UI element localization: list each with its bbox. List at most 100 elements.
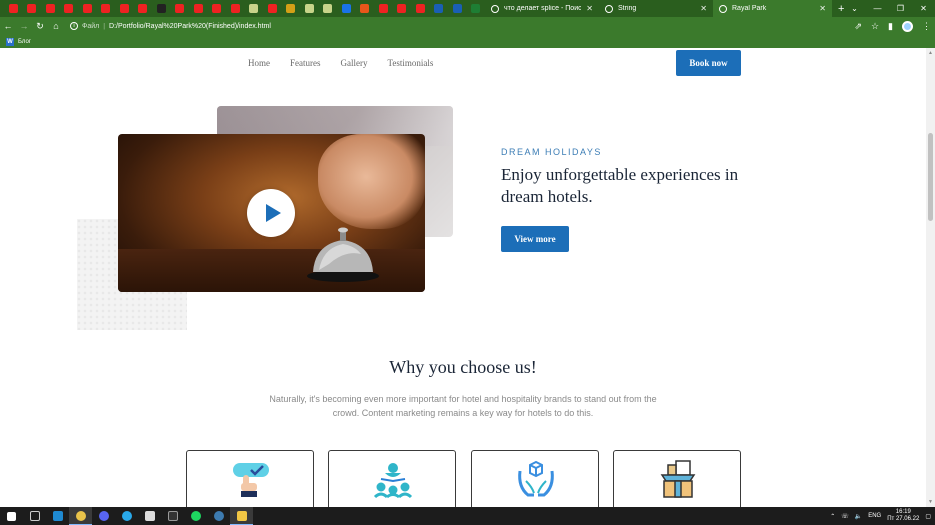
close-tab-icon[interactable]: ✕ <box>586 4 593 13</box>
clock-date: Пт 27.06.22 <box>887 516 920 522</box>
site-favicon-icon <box>45 4 55 13</box>
side-panel-icon[interactable]: ▮ <box>888 21 893 32</box>
pinned-tab[interactable] <box>356 0 375 17</box>
site-favicon-icon <box>82 4 92 13</box>
tab-rayal-park[interactable]: Rayal Park ✕ <box>713 0 832 17</box>
pinned-tab[interactable] <box>41 0 60 17</box>
feature-card[interactable] <box>613 450 741 507</box>
pinned-tab[interactable] <box>263 0 282 17</box>
pinned-tab[interactable] <box>282 0 301 17</box>
site-favicon-icon <box>378 4 388 13</box>
close-tab-icon[interactable]: ✕ <box>700 4 707 13</box>
play-button[interactable] <box>247 189 295 237</box>
view-more-button[interactable]: View more <box>501 226 569 252</box>
page-viewport: Home Features Gallery Testimonials Book … <box>0 48 926 507</box>
discord-app[interactable] <box>92 507 115 525</box>
nav-testimonials[interactable]: Testimonials <box>388 58 434 68</box>
pinned-tab[interactable] <box>78 0 97 17</box>
toolbar-actions: ⇗ ☆ ▮ ⋮ <box>854 17 931 35</box>
pinned-tab[interactable] <box>208 0 227 17</box>
book-now-button[interactable]: Book now <box>676 50 741 76</box>
pinned-tab[interactable] <box>393 0 412 17</box>
info-icon[interactable]: i <box>70 22 78 30</box>
close-icon[interactable]: ✕ <box>912 4 935 13</box>
explorer-app[interactable] <box>230 507 253 525</box>
tray-chevron-icon[interactable]: ⌃ <box>830 513 835 520</box>
site-favicon-icon <box>304 4 314 13</box>
site-favicon-icon <box>119 4 129 13</box>
start-button[interactable] <box>0 507 23 525</box>
pinned-tab[interactable] <box>152 0 171 17</box>
feature-card[interactable] <box>328 450 456 507</box>
restore-icon[interactable]: ❐ <box>889 4 912 13</box>
tab-string[interactable]: String ✕ <box>599 0 713 17</box>
window-controls: ⌄ — ❐ ✕ <box>843 0 935 17</box>
task-view-button[interactable] <box>23 507 46 525</box>
hand-shape <box>318 134 425 229</box>
share-icon[interactable]: ⇗ <box>854 21 862 32</box>
vscode-app[interactable] <box>46 507 69 525</box>
page-scrollbar[interactable]: ▲ ▼ <box>926 48 935 507</box>
epic-app[interactable] <box>161 507 184 525</box>
pinned-tab[interactable] <box>97 0 116 17</box>
nav-home[interactable]: Home <box>248 58 270 68</box>
unity-app[interactable] <box>138 507 161 525</box>
video-thumbnail[interactable] <box>118 134 425 292</box>
pinned-tab[interactable] <box>448 0 467 17</box>
scroll-up-icon[interactable]: ▲ <box>928 50 933 56</box>
spotify-app[interactable] <box>184 507 207 525</box>
pinned-tab[interactable] <box>171 0 190 17</box>
volume-icon[interactable]: 🔈 <box>855 513 862 520</box>
minimize-icon[interactable]: — <box>866 4 889 13</box>
site-favicon-icon <box>138 4 148 13</box>
scroll-thumb[interactable] <box>928 133 933 221</box>
address-bar[interactable]: i Файл | D:/Portfolio/Rayal%20Park%20(Fi… <box>70 22 271 30</box>
forward-icon[interactable]: → <box>16 21 32 31</box>
pinned-tab[interactable] <box>319 0 338 17</box>
clock[interactable]: 16:19 Пт 27.06.22 <box>887 509 919 523</box>
pinned-tab[interactable] <box>430 0 449 17</box>
feature-card[interactable] <box>186 450 314 507</box>
chrome-app[interactable] <box>69 507 92 525</box>
nav-gallery[interactable]: Gallery <box>341 58 368 68</box>
tab-search-icon[interactable]: ⌄ <box>843 4 866 13</box>
back-icon[interactable]: ← <box>0 21 16 31</box>
url-text[interactable]: D:/Portfolio/Rayal%20Park%20(Finished)/i… <box>109 23 271 30</box>
site-favicon-icon <box>8 4 18 13</box>
scroll-down-icon[interactable]: ▼ <box>928 499 933 505</box>
pinned-tab[interactable] <box>411 0 430 17</box>
pinned-tab[interactable] <box>337 0 356 17</box>
star-icon[interactable]: ☆ <box>871 21 879 32</box>
pinned-tab[interactable] <box>23 0 42 17</box>
pinned-tab[interactable] <box>60 0 79 17</box>
site-favicon-icon <box>193 4 203 13</box>
pinned-tab[interactable] <box>226 0 245 17</box>
bookmark-blog[interactable]: Блог <box>18 39 31 45</box>
pinned-tab[interactable] <box>134 0 153 17</box>
site-favicon-icon <box>471 4 481 13</box>
nav-features[interactable]: Features <box>290 58 321 68</box>
notifications-icon[interactable]: ▢ <box>925 513 931 520</box>
network-icon[interactable]: ☏ <box>841 513 849 520</box>
home-icon[interactable]: ⌂ <box>48 21 64 31</box>
language-indicator[interactable]: ENG <box>868 513 881 519</box>
tab-search[interactable]: что делает splice - Поиск в Goo ✕ <box>485 0 599 17</box>
pinned-tab[interactable] <box>115 0 134 17</box>
steam-app[interactable] <box>207 507 230 525</box>
tab-strip: что делает splice - Поиск в Goo ✕ String… <box>0 0 935 17</box>
feature-card[interactable] <box>471 450 599 507</box>
reload-icon[interactable]: ↻ <box>32 21 48 32</box>
pinned-tab[interactable] <box>4 0 23 17</box>
pinned-tab[interactable] <box>245 0 264 17</box>
site-favicon-icon <box>64 4 74 13</box>
pinned-tab[interactable] <box>189 0 208 17</box>
menu-icon[interactable]: ⋮ <box>922 21 931 32</box>
pinned-tab[interactable] <box>300 0 319 17</box>
telegram-app[interactable] <box>115 507 138 525</box>
tab-title: Rayal Park <box>732 5 767 12</box>
profile-avatar[interactable] <box>902 20 913 32</box>
pinned-tab[interactable] <box>374 0 393 17</box>
taskbar: ⌃ ☏ 🔈 ENG 16:19 Пт 27.06.22 ▢ <box>0 507 935 525</box>
close-tab-icon[interactable]: ✕ <box>819 4 826 13</box>
pinned-tab[interactable] <box>467 0 486 17</box>
